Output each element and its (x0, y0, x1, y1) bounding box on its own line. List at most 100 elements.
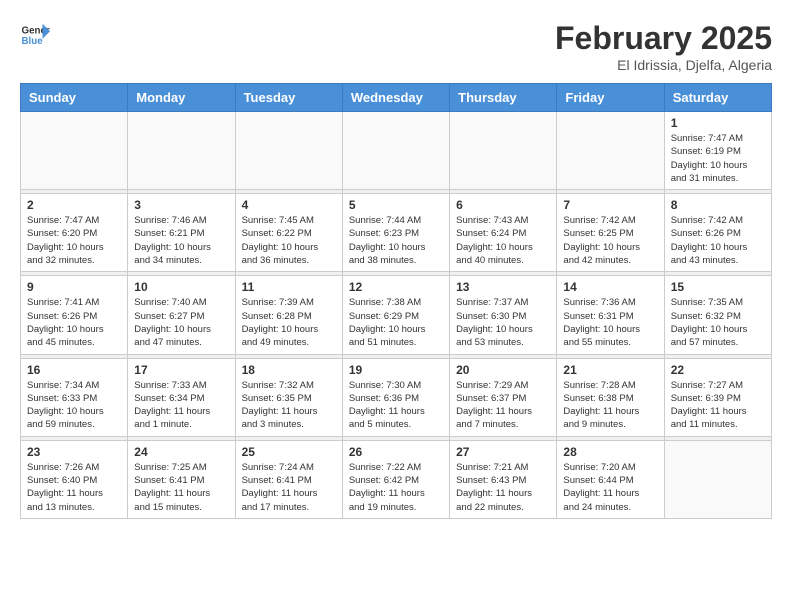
calendar-day-cell: 18 Sunrise: 7:32 AM Sunset: 6:35 PM Dayli… (235, 358, 342, 436)
calendar-day-cell: 28 Sunrise: 7:20 AM Sunset: 6:44 PM Dayli… (557, 440, 664, 518)
weekday-header-monday: Monday (128, 84, 235, 112)
day-info: Sunrise: 7:30 AM Sunset: 6:36 PM Dayligh… (349, 379, 443, 432)
day-info: Sunrise: 7:47 AM Sunset: 6:20 PM Dayligh… (27, 214, 121, 267)
logo: General Blue (20, 20, 50, 50)
calendar-day-cell: 25 Sunrise: 7:24 AM Sunset: 6:41 PM Dayli… (235, 440, 342, 518)
title-area: February 2025 El Idrissia, Djelfa, Alger… (555, 20, 772, 73)
page-subtitle: El Idrissia, Djelfa, Algeria (555, 57, 772, 73)
calendar-week-row: 23Sunrise: 7:26 AM Sunset: 6:40 PM Dayli… (21, 440, 772, 518)
weekday-header-thursday: Thursday (450, 84, 557, 112)
calendar-day-cell: 14Sunrise: 7:36 AM Sunset: 6:31 PM Dayli… (557, 276, 664, 354)
weekday-header-saturday: Saturday (664, 84, 771, 112)
day-number: 4 (242, 198, 336, 212)
day-number: 2 (27, 198, 121, 212)
day-number: 11 (242, 280, 336, 294)
calendar-day-cell: 26 Sunrise: 7:22 AM Sunset: 6:42 PM Dayli… (342, 440, 449, 518)
day-info: Sunrise: 7:24 AM Sunset: 6:41 PM Dayligh… (242, 461, 336, 514)
calendar-day-cell: 2 Sunrise: 7:47 AM Sunset: 6:20 PM Daylig… (21, 194, 128, 272)
calendar-day-cell: 11 Sunrise: 7:39 AM Sunset: 6:28 PM Dayli… (235, 276, 342, 354)
logo-icon: General Blue (20, 20, 50, 50)
calendar-day-cell (664, 440, 771, 518)
day-info: Sunrise: 7:21 AM Sunset: 6:43 PM Dayligh… (456, 461, 550, 514)
day-number: 8 (671, 198, 765, 212)
day-number: 7 (563, 198, 657, 212)
day-number: 12 (349, 280, 443, 294)
day-info: Sunrise: 7:41 AM Sunset: 6:26 PM Dayligh… (27, 296, 121, 349)
day-number: 3 (134, 198, 228, 212)
day-info: Sunrise: 7:42 AM Sunset: 6:26 PM Dayligh… (671, 214, 765, 267)
day-info: Sunrise: 7:47 AM Sunset: 6:19 PM Dayligh… (671, 132, 765, 185)
weekday-header-tuesday: Tuesday (235, 84, 342, 112)
svg-text:Blue: Blue (22, 36, 44, 47)
calendar-day-cell: 17 Sunrise: 7:33 AM Sunset: 6:34 PM Dayli… (128, 358, 235, 436)
day-info: Sunrise: 7:35 AM Sunset: 6:32 PM Dayligh… (671, 296, 765, 349)
calendar-day-cell: 19 Sunrise: 7:30 AM Sunset: 6:36 PM Dayli… (342, 358, 449, 436)
calendar-day-cell: 24 Sunrise: 7:25 AM Sunset: 6:41 PM Dayli… (128, 440, 235, 518)
calendar-day-cell: 13 Sunrise: 7:37 AM Sunset: 6:30 PM Dayli… (450, 276, 557, 354)
calendar-table: SundayMondayTuesdayWednesdayThursdayFrid… (20, 83, 772, 519)
day-number: 20 (456, 363, 550, 377)
day-info: Sunrise: 7:32 AM Sunset: 6:35 PM Dayligh… (242, 379, 336, 432)
calendar-week-row: 2 Sunrise: 7:47 AM Sunset: 6:20 PM Daylig… (21, 194, 772, 272)
day-info: Sunrise: 7:25 AM Sunset: 6:41 PM Dayligh… (134, 461, 228, 514)
day-info: Sunrise: 7:27 AM Sunset: 6:39 PM Dayligh… (671, 379, 765, 432)
day-number: 25 (242, 445, 336, 459)
day-number: 27 (456, 445, 550, 459)
day-number: 23 (27, 445, 121, 459)
day-number: 13 (456, 280, 550, 294)
header: General Blue February 2025 El Idrissia, … (20, 20, 772, 73)
day-info: Sunrise: 7:28 AM Sunset: 6:38 PM Dayligh… (563, 379, 657, 432)
calendar-day-cell: 12 Sunrise: 7:38 AM Sunset: 6:29 PM Dayli… (342, 276, 449, 354)
day-number: 26 (349, 445, 443, 459)
day-info: Sunrise: 7:22 AM Sunset: 6:42 PM Dayligh… (349, 461, 443, 514)
day-info: Sunrise: 7:33 AM Sunset: 6:34 PM Dayligh… (134, 379, 228, 432)
weekday-header-wednesday: Wednesday (342, 84, 449, 112)
day-info: Sunrise: 7:34 AM Sunset: 6:33 PM Dayligh… (27, 379, 121, 432)
calendar-day-cell: 5 Sunrise: 7:44 AM Sunset: 6:23 PM Daylig… (342, 194, 449, 272)
day-number: 24 (134, 445, 228, 459)
calendar-day-cell: 21Sunrise: 7:28 AM Sunset: 6:38 PM Dayli… (557, 358, 664, 436)
day-number: 9 (27, 280, 121, 294)
calendar-header-row: SundayMondayTuesdayWednesdayThursdayFrid… (21, 84, 772, 112)
day-number: 10 (134, 280, 228, 294)
day-info: Sunrise: 7:46 AM Sunset: 6:21 PM Dayligh… (134, 214, 228, 267)
day-info: Sunrise: 7:38 AM Sunset: 6:29 PM Dayligh… (349, 296, 443, 349)
calendar-day-cell: 4Sunrise: 7:45 AM Sunset: 6:22 PM Daylig… (235, 194, 342, 272)
calendar-day-cell: 9 Sunrise: 7:41 AM Sunset: 6:26 PM Daylig… (21, 276, 128, 354)
day-info: Sunrise: 7:20 AM Sunset: 6:44 PM Dayligh… (563, 461, 657, 514)
day-number: 18 (242, 363, 336, 377)
calendar-day-cell: 22Sunrise: 7:27 AM Sunset: 6:39 PM Dayli… (664, 358, 771, 436)
day-info: Sunrise: 7:40 AM Sunset: 6:27 PM Dayligh… (134, 296, 228, 349)
day-info: Sunrise: 7:37 AM Sunset: 6:30 PM Dayligh… (456, 296, 550, 349)
calendar-day-cell: 16Sunrise: 7:34 AM Sunset: 6:33 PM Dayli… (21, 358, 128, 436)
calendar-day-cell (21, 112, 128, 190)
calendar-day-cell: 20 Sunrise: 7:29 AM Sunset: 6:37 PM Dayli… (450, 358, 557, 436)
calendar-day-cell (450, 112, 557, 190)
calendar-day-cell: 27 Sunrise: 7:21 AM Sunset: 6:43 PM Dayli… (450, 440, 557, 518)
day-number: 19 (349, 363, 443, 377)
calendar-day-cell: 1Sunrise: 7:47 AM Sunset: 6:19 PM Daylig… (664, 112, 771, 190)
day-number: 28 (563, 445, 657, 459)
day-number: 5 (349, 198, 443, 212)
calendar-week-row: 16Sunrise: 7:34 AM Sunset: 6:33 PM Dayli… (21, 358, 772, 436)
day-info: Sunrise: 7:36 AM Sunset: 6:31 PM Dayligh… (563, 296, 657, 349)
day-info: Sunrise: 7:42 AM Sunset: 6:25 PM Dayligh… (563, 214, 657, 267)
day-info: Sunrise: 7:44 AM Sunset: 6:23 PM Dayligh… (349, 214, 443, 267)
calendar-day-cell (235, 112, 342, 190)
page-title: February 2025 (555, 20, 772, 57)
calendar-day-cell (557, 112, 664, 190)
weekday-header-sunday: Sunday (21, 84, 128, 112)
calendar-day-cell: 8 Sunrise: 7:42 AM Sunset: 6:26 PM Daylig… (664, 194, 771, 272)
day-info: Sunrise: 7:29 AM Sunset: 6:37 PM Dayligh… (456, 379, 550, 432)
day-info: Sunrise: 7:39 AM Sunset: 6:28 PM Dayligh… (242, 296, 336, 349)
calendar-day-cell: 23Sunrise: 7:26 AM Sunset: 6:40 PM Dayli… (21, 440, 128, 518)
calendar-day-cell: 10 Sunrise: 7:40 AM Sunset: 6:27 PM Dayli… (128, 276, 235, 354)
calendar-week-row: 1Sunrise: 7:47 AM Sunset: 6:19 PM Daylig… (21, 112, 772, 190)
calendar-day-cell (342, 112, 449, 190)
calendar-day-cell: 7 Sunrise: 7:42 AM Sunset: 6:25 PM Daylig… (557, 194, 664, 272)
calendar-day-cell: 6Sunrise: 7:43 AM Sunset: 6:24 PM Daylig… (450, 194, 557, 272)
calendar-day-cell: 15Sunrise: 7:35 AM Sunset: 6:32 PM Dayli… (664, 276, 771, 354)
day-number: 17 (134, 363, 228, 377)
weekday-header-friday: Friday (557, 84, 664, 112)
day-info: Sunrise: 7:43 AM Sunset: 6:24 PM Dayligh… (456, 214, 550, 267)
